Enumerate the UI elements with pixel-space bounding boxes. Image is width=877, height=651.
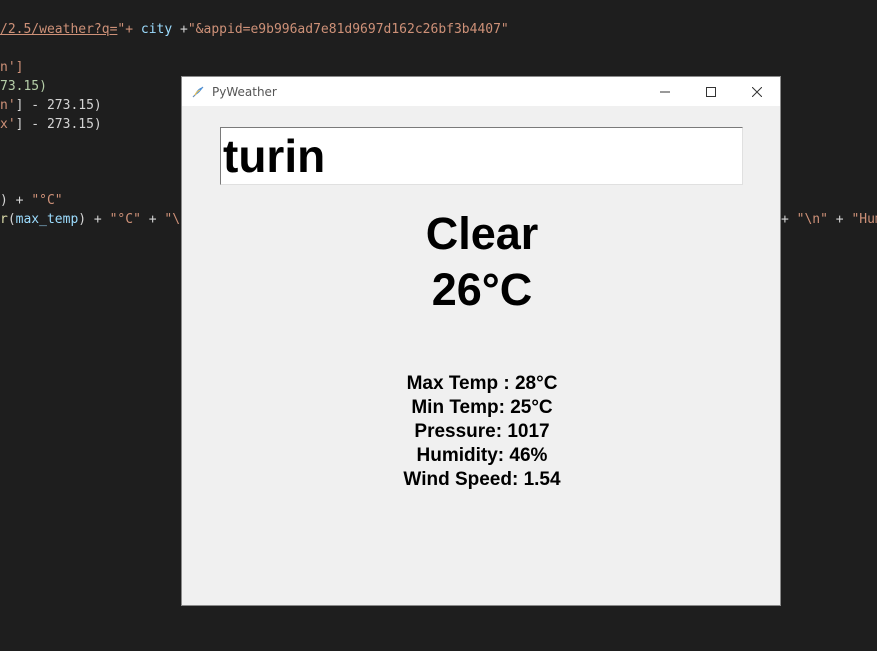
code-line-7: r(max_temp) + "°C" + "\n xyxy=(0,212,188,227)
humidity-label: Humidity: 46% xyxy=(416,445,548,466)
code-line-2: n'] xyxy=(0,60,24,75)
weather-condition: Clear xyxy=(425,208,539,259)
close-icon xyxy=(751,82,763,101)
code-line-1: /2.5/weather?q="+ city +"&appid=e9b996ad… xyxy=(0,22,509,37)
window-titlebar[interactable]: PyWeather xyxy=(182,77,780,106)
minimize-icon xyxy=(660,82,670,101)
minimize-button[interactable] xyxy=(642,77,688,106)
max-temp-label: Max Temp : 28°C xyxy=(406,373,558,394)
min-temp-label: Min Temp: 25°C xyxy=(411,397,553,418)
city-search-input[interactable] xyxy=(220,127,743,185)
weather-details: Max Temp : 28°C Min Temp: 25°C Pressure:… xyxy=(182,372,782,492)
code-line-6: ) + "°C" xyxy=(0,193,63,208)
pressure-label: Pressure: 1017 xyxy=(414,421,550,442)
current-temperature: 26°C xyxy=(431,264,533,315)
code-line-3: 73.15) xyxy=(0,79,47,94)
code-line-4: n'] - 273.15) xyxy=(0,98,102,113)
code-line-5: x'] - 273.15) xyxy=(0,117,102,132)
wind-speed-label: Wind Speed: 1.54 xyxy=(403,469,561,490)
maximize-icon xyxy=(706,82,716,101)
pyweather-window: PyWeather Clear 26°C Max Temp : 28°C xyxy=(181,76,781,606)
window-title: PyWeather xyxy=(212,84,277,99)
code-line-7-continued: + "\n" + "Hum xyxy=(781,212,877,227)
feather-icon xyxy=(190,84,206,100)
close-button[interactable] xyxy=(734,77,780,106)
maximize-button[interactable] xyxy=(688,77,734,106)
